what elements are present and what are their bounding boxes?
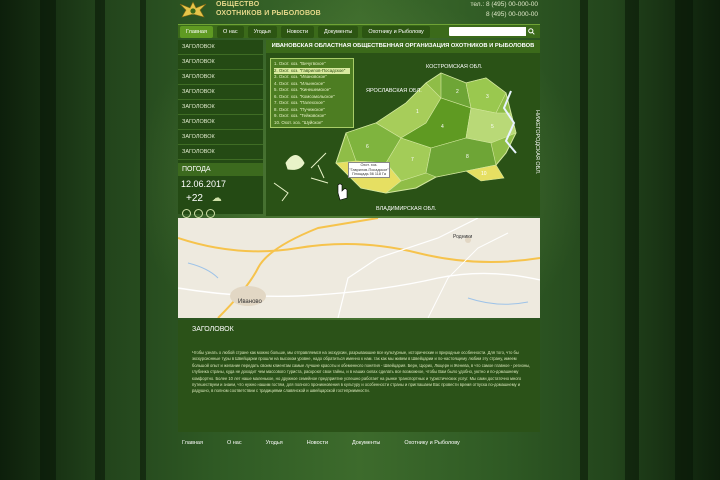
region-label-vladimir: ВЛАДИМИРСКАЯ ОБЛ.: [376, 206, 437, 212]
map-town-label: Родники: [453, 234, 473, 240]
article-text: Чтобы узнать о любой стране как можно бо…: [192, 350, 531, 394]
nav-item-news[interactable]: Новости: [280, 25, 315, 38]
region-label-kostroma: КОСТРОМСКАЯ ОБЛ.: [426, 64, 483, 70]
district-list: 1. Охот. хоз. "Вичугвское" 2. Охот. хоз.…: [270, 58, 354, 128]
district-number: 3: [486, 94, 489, 100]
nav-item-home[interactable]: Главная: [180, 25, 213, 38]
contact-phones: тел.: 8 (495) 00-000-00 8 (495) 00-000-0…: [470, 0, 538, 20]
nav-item-documents[interactable]: Документы: [318, 25, 359, 38]
search-input[interactable]: [449, 27, 537, 36]
tree-trunk: [40, 0, 56, 480]
phone-2: 8 (495) 00-000-00: [485, 11, 538, 18]
district-number: 5: [491, 124, 494, 130]
article: ЗАГОЛОВОК Чтобы узнать о любой стране ка…: [178, 320, 540, 432]
weather-title: ПОГОДА: [178, 163, 263, 176]
region-label-yaroslavl: ЯРОСЛАВСКАЯ ОБЛ.: [366, 88, 422, 94]
district-number: 7: [411, 157, 414, 163]
sidebar-item[interactable]: ЗАГОЛОВОК: [178, 40, 263, 55]
hunting-illustration-icon: [273, 152, 329, 202]
footer-link-about[interactable]: О нас: [227, 440, 242, 446]
logo-line-2: ОХОТНИКОВ И РЫБОЛОВОВ: [216, 10, 321, 17]
social-icon-2[interactable]: [194, 209, 203, 218]
district-number: 8: [466, 154, 469, 160]
district-number: 2: [456, 89, 459, 95]
footer-link-hunters[interactable]: Охотнику и Рыболову: [404, 440, 459, 446]
social-icon-3[interactable]: [206, 209, 215, 218]
tree-trunk: [675, 0, 693, 480]
phone-1: тел.: 8 (495) 00-000-00: [470, 1, 538, 8]
map-city-label: Иваново: [238, 299, 262, 305]
nav-item-grounds[interactable]: Угодья: [247, 25, 277, 38]
district-number: 1: [416, 109, 419, 115]
logo-line-1: ОБЩЕСТВО: [216, 1, 260, 8]
sidebar-item[interactable]: ЗАГОЛОВОК: [178, 130, 263, 145]
weather-date: 12.06.2017: [181, 179, 227, 189]
tooltip-line-3: Площадь 56 118 Га: [352, 172, 386, 177]
search-button[interactable]: [526, 27, 537, 36]
footer-link-grounds[interactable]: Угодья: [266, 440, 283, 446]
nav-item-hunters[interactable]: Охотнику и Рыболову: [362, 25, 430, 38]
article-title: ЗАГОЛОВОК: [192, 326, 234, 333]
search-icon: [528, 28, 535, 35]
sidebar-item[interactable]: ЗАГОЛОВОК: [178, 115, 263, 130]
region-map-panel: ИВАНОВСКАЯ ОБЛАСТНАЯ ОБЩЕСТВЕННАЯ ОРГАНИ…: [266, 40, 540, 216]
footer-link-news[interactable]: Новости: [307, 440, 328, 446]
cloud-icon: ☁: [211, 193, 222, 204]
tree-trunk: [580, 0, 588, 480]
tree-trunk: [625, 0, 639, 480]
footer-link-home[interactable]: Главная: [182, 440, 203, 446]
tree-trunk: [140, 0, 146, 480]
sidebar-item[interactable]: ЗАГОЛОВОК: [178, 145, 263, 160]
region-label-nizhny: НИЖЕГОРОДСКАЯ ОБЛ.: [534, 110, 540, 175]
sidebar: ЗАГОЛОВОК ЗАГОЛОВОК ЗАГОЛОВОК ЗАГОЛОВОК …: [178, 40, 263, 218]
sidebar-item[interactable]: ЗАГОЛОВОК: [178, 100, 263, 115]
district-number: 6: [366, 144, 369, 150]
list-item[interactable]: 10. Охот. хоз. "Шуйское": [274, 120, 350, 127]
street-map-graphic: [177, 217, 541, 319]
footer-link-documents[interactable]: Документы: [352, 440, 380, 446]
district-number: 10: [481, 171, 487, 177]
street-map[interactable]: Иваново Родники: [177, 217, 541, 319]
logo-emblem-icon[interactable]: [178, 0, 208, 20]
logo-text[interactable]: ОБЩЕСТВО ОХОТНИКОВ И РЫБОЛОВОВ: [216, 0, 321, 18]
footer-nav: Главная О нас Угодья Новости Документы О…: [178, 436, 540, 450]
main-nav: Главная О нас Угодья Новости Документы О…: [178, 24, 540, 38]
sidebar-item[interactable]: ЗАГОЛОВОК: [178, 55, 263, 70]
district-tooltip: Охот. хоз. "Гаврилов-Посадское" Площадь …: [348, 162, 390, 178]
weather-temp: +22: [186, 193, 203, 204]
weather-widget: +22 ☁: [178, 193, 263, 204]
sidebar-item[interactable]: ЗАГОЛОВОК: [178, 70, 263, 85]
district-number: 4: [441, 124, 444, 130]
map-title: ИВАНОВСКАЯ ОБЛАСТНАЯ ОБЩЕСТВЕННАЯ ОРГАНИ…: [266, 40, 540, 53]
hand-cursor-icon: [337, 183, 348, 201]
tree-trunk: [95, 0, 105, 480]
sidebar-item[interactable]: ЗАГОЛОВОК: [178, 85, 263, 100]
social-icon-1[interactable]: [182, 209, 191, 218]
nav-item-about[interactable]: О нас: [216, 25, 244, 38]
social-links: [178, 209, 263, 218]
